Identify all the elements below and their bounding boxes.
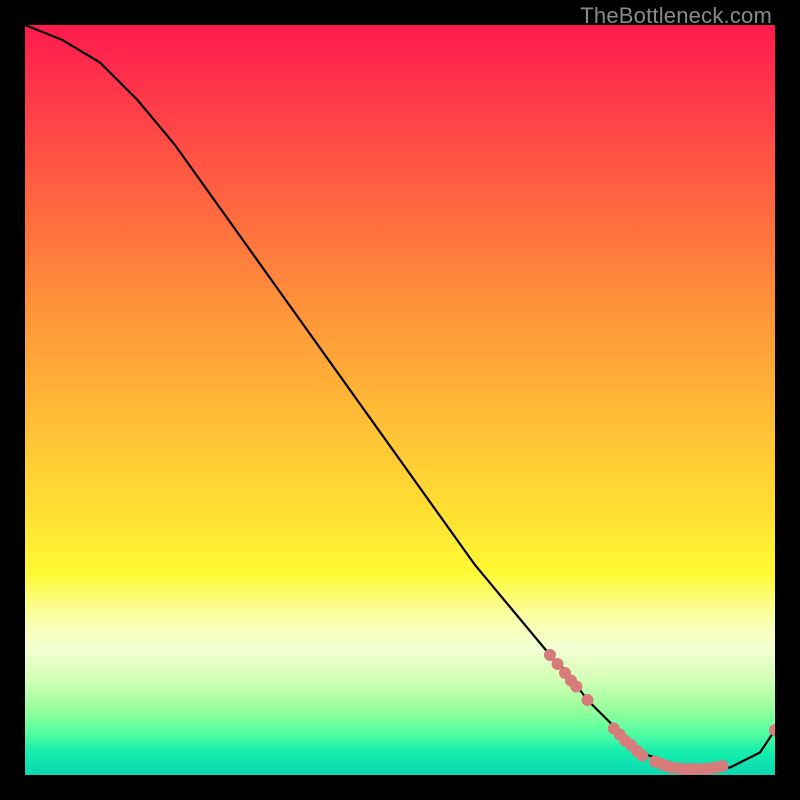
- watermark-text: TheBottleneck.com: [580, 3, 772, 29]
- data-point: [769, 724, 775, 736]
- chart-curve: [25, 25, 775, 768]
- data-point: [717, 760, 729, 772]
- chart-plot-area: [25, 25, 775, 775]
- data-point: [636, 750, 648, 762]
- chart-svg: [25, 25, 775, 775]
- data-point: [570, 681, 582, 693]
- chart-markers: [544, 649, 775, 775]
- data-point: [582, 694, 594, 706]
